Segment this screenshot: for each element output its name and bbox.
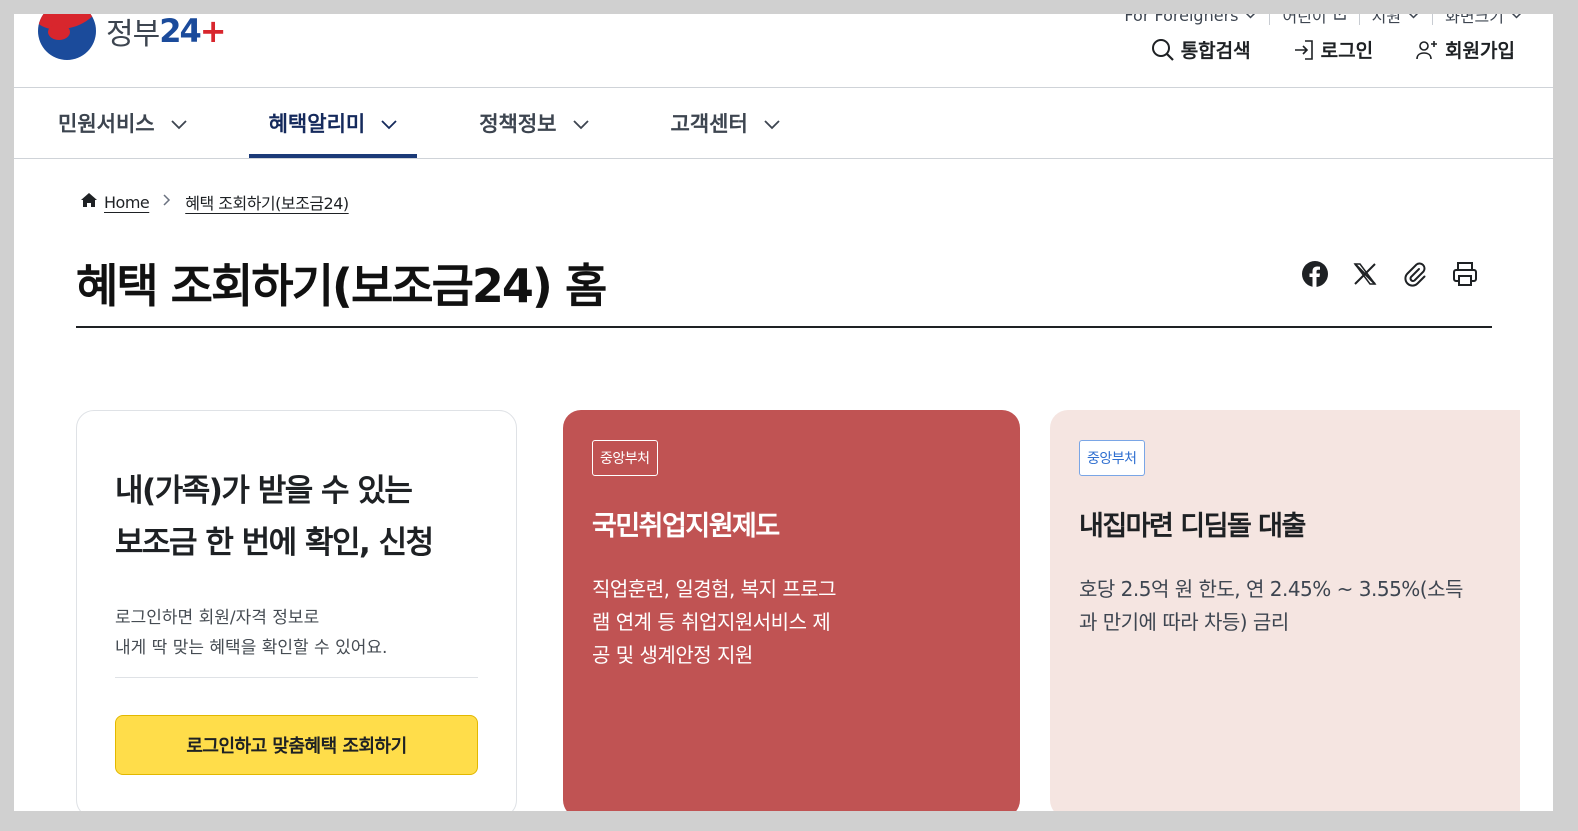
utility-screen-size-label: 화면크기 bbox=[1445, 14, 1504, 26]
browser-viewport: 정부 24+ For Foreigners 어린이 지원 화면크기 통합검색 로… bbox=[14, 14, 1553, 811]
logo-plus: + bbox=[199, 14, 227, 50]
login-button-label: 로그인 bbox=[1320, 40, 1374, 62]
x-icon[interactable] bbox=[1351, 260, 1379, 288]
login-card-desc-line1: 로그인하면 회원/자격 정보로 bbox=[115, 608, 320, 628]
login-card-title-line1: 내(가족)가 받을 수 있는 bbox=[115, 473, 413, 509]
utility-foreigners-label: For Foreigners bbox=[1124, 14, 1239, 25]
chevron-down-icon bbox=[170, 111, 187, 135]
logo-number-text: 24 bbox=[159, 14, 202, 50]
home-icon bbox=[80, 192, 98, 212]
search-button[interactable]: 통합검색 bbox=[1151, 36, 1251, 63]
external-link-icon bbox=[1333, 14, 1347, 24]
chevron-down-icon bbox=[1407, 14, 1420, 22]
print-icon[interactable] bbox=[1451, 260, 1479, 288]
login-icon bbox=[1293, 39, 1315, 61]
search-icon bbox=[1151, 38, 1175, 62]
search-button-label: 통합검색 bbox=[1180, 40, 1251, 62]
utility-foreigners[interactable]: For Foreigners bbox=[1112, 14, 1269, 25]
gnb-item-policy-info[interactable]: 정책정보 bbox=[479, 88, 608, 158]
category-tag: 중앙부처 bbox=[1079, 440, 1145, 476]
header-actions: 통합검색 로그인 회원가입 bbox=[1151, 36, 1515, 63]
main-navigation: 민원서비스 혜택알리미 정책정보 고객센터 bbox=[58, 88, 862, 158]
login-benefit-card: 내(가족)가 받을 수 있는 보조금 한 번에 확인, 신청 로그인하면 회원/… bbox=[76, 410, 517, 811]
chevron-right-icon bbox=[163, 194, 171, 210]
breadcrumb-home-link[interactable]: Home bbox=[104, 193, 150, 212]
chevron-down-icon bbox=[572, 111, 589, 135]
login-card-title-line2: 보조금 한 번에 확인, 신청 bbox=[115, 525, 434, 561]
utility-menu: For Foreigners 어린이 지원 화면크기 bbox=[1112, 14, 1535, 26]
chevron-down-icon bbox=[381, 111, 397, 135]
facebook-icon[interactable] bbox=[1301, 260, 1329, 288]
benefit-card-description: 호당 2.5억 원 한도, 연 2.45% ~ 3.55%(소득과 만기에 따라… bbox=[1079, 577, 1463, 634]
page-title: 혜택 조회하기(보조금24) 홈 bbox=[76, 259, 607, 313]
login-card-description: 로그인하면 회원/자격 정보로 내게 딱 맞는 혜택을 확인할 수 있어요. bbox=[115, 603, 478, 663]
utility-support[interactable]: 지원 bbox=[1358, 14, 1432, 26]
breadcrumb-current-link[interactable]: 혜택 조회하기(보조금24) bbox=[185, 190, 349, 214]
utility-screen-size[interactable]: 화면크기 bbox=[1432, 14, 1535, 26]
benefit-card-title: 내집마련 디딤돌 대출 bbox=[1079, 511, 1306, 542]
utility-support-label: 지원 bbox=[1371, 14, 1402, 26]
gnb-item-benefit-alert[interactable]: 혜택알리미 bbox=[248, 88, 418, 158]
login-card-title: 내(가족)가 받을 수 있는 보조금 한 번에 확인, 신청 bbox=[115, 465, 478, 569]
chevron-down-icon bbox=[1510, 14, 1523, 22]
navigation-divider bbox=[14, 158, 1553, 159]
link-clip-icon[interactable] bbox=[1401, 260, 1429, 288]
gnb-item-label: 민원서비스 bbox=[58, 112, 155, 136]
taegeuk-icon bbox=[38, 14, 96, 60]
utility-kids[interactable]: 어린이 bbox=[1269, 14, 1358, 26]
user-add-icon bbox=[1415, 39, 1439, 61]
gnb-item-civil-service[interactable]: 민원서비스 bbox=[58, 88, 207, 158]
logo-number: 24+ bbox=[159, 14, 227, 50]
share-toolbar bbox=[1301, 260, 1479, 288]
login-benefit-search-button[interactable]: 로그인하고 맞춤혜택 조회하기 bbox=[115, 715, 478, 775]
benefit-card-description: 직업훈련, 일경험, 복지 프로그램 연계 등 취업지원서비스 제공 및 생계안… bbox=[592, 577, 837, 667]
gnb-item-label: 고객센터 bbox=[670, 112, 748, 136]
utility-kids-label: 어린이 bbox=[1282, 14, 1327, 26]
breadcrumb: Home 혜택 조회하기(보조금24) bbox=[80, 190, 349, 214]
benefit-card-title: 국민취업지원제도 bbox=[592, 511, 780, 542]
gnb-item-label: 혜택알리미 bbox=[268, 112, 366, 136]
login-button[interactable]: 로그인 bbox=[1293, 36, 1373, 63]
benefit-card-employment-support[interactable]: 중앙부처 국민취업지원제도 직업훈련, 일경험, 복지 프로그램 연계 등 취업… bbox=[563, 410, 1020, 811]
gnb-item-customer-center[interactable]: 고객센터 bbox=[671, 88, 800, 158]
signup-button[interactable]: 회원가입 bbox=[1415, 36, 1515, 63]
gnb-item-label: 정책정보 bbox=[479, 112, 557, 136]
category-tag: 중앙부처 bbox=[592, 440, 658, 476]
chevron-down-icon bbox=[1244, 14, 1257, 22]
signup-button-label: 회원가입 bbox=[1445, 40, 1515, 62]
gov24-logo[interactable]: 정부 24+ bbox=[38, 14, 227, 60]
chevron-down-icon bbox=[764, 111, 780, 135]
login-card-desc-line2: 내게 딱 맞는 혜택을 확인할 수 있어요. bbox=[115, 638, 388, 658]
benefit-card-home-loan[interactable]: 중앙부처 내집마련 디딤돌 대출 호당 2.5억 원 한도, 연 2.45% ~… bbox=[1050, 410, 1520, 811]
title-divider bbox=[76, 326, 1492, 328]
logo-text: 정부 bbox=[106, 17, 160, 52]
login-card-divider bbox=[115, 677, 478, 678]
